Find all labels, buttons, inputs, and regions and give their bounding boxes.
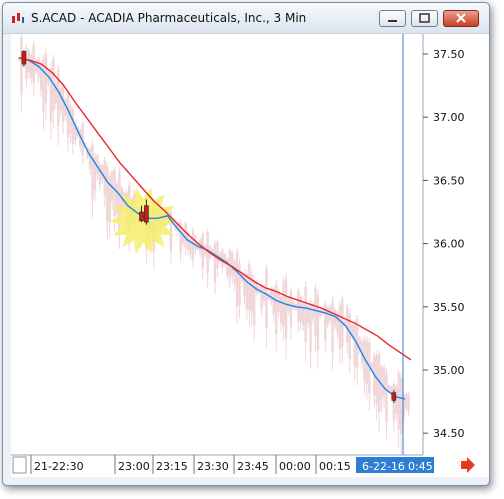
- time-tick-label: 23:15: [156, 460, 188, 473]
- highlight-candle-body: [391, 392, 397, 401]
- highlight-candle-body: [139, 211, 144, 222]
- bg-candle-body: [66, 93, 70, 137]
- bg-candle-body: [331, 301, 334, 353]
- bg-candle-body: [233, 261, 236, 284]
- bg-candle-body: [216, 241, 219, 269]
- bg-candle-body: [407, 393, 410, 411]
- moving-average-layer: [18, 57, 412, 400]
- bg-candle-body: [353, 323, 356, 367]
- bg-candle-body: [230, 252, 234, 276]
- bg-candle-body: [289, 290, 293, 327]
- minimize-button[interactable]: [379, 10, 406, 27]
- price-tick-label: 36.50: [433, 174, 465, 187]
- bg-candle-body: [260, 286, 263, 309]
- bg-candle-body: [69, 105, 72, 134]
- selected-time-label: 0:45: [408, 460, 433, 473]
- bg-candle-body: [309, 303, 312, 353]
- candle-layer: [17, 32, 410, 454]
- minimize-icon: [388, 20, 397, 22]
- bg-candle-body: [297, 290, 300, 322]
- scroll-home-box[interactable]: [12, 456, 27, 474]
- title-bar[interactable]: S.ACAD - ACADIA Pharmaceuticals, Inc., 3…: [3, 3, 489, 34]
- close-icon: [456, 13, 466, 23]
- bg-candle-body: [397, 373, 400, 430]
- time-tick-label: 00:15: [319, 460, 351, 473]
- bg-candle-body: [213, 243, 217, 282]
- bg-candle-body: [91, 144, 94, 200]
- bg-candle-body: [302, 303, 305, 325]
- bg-candle-body: [284, 279, 288, 339]
- highlight-candle-body: [144, 205, 149, 223]
- bg-candle-body: [346, 307, 349, 343]
- price-tick-label: 36.00: [433, 238, 465, 251]
- bg-candle-body: [248, 263, 251, 310]
- bg-candle-body: [30, 54, 33, 78]
- time-tick-label: 23:30: [197, 460, 229, 473]
- time-tick-label: 23:00: [118, 460, 150, 473]
- close-button[interactable]: [443, 10, 479, 27]
- bg-candle-body: [98, 164, 102, 185]
- slow-moving-average-line: [18, 57, 412, 361]
- price-tick-label: 37.00: [433, 111, 465, 124]
- price-tick-label: 37.50: [433, 48, 465, 61]
- bg-candle-body: [400, 377, 403, 435]
- window-title: S.ACAD - ACADIA Pharmaceuticals, Inc., 3…: [31, 11, 307, 25]
- bg-candle-body: [382, 367, 386, 398]
- bg-candle-body: [235, 252, 239, 307]
- bg-candle-body: [59, 87, 62, 111]
- bg-candle-body: [61, 85, 65, 123]
- bg-candle-body: [245, 273, 249, 309]
- bg-candle-body: [71, 109, 75, 144]
- bg-candle-body: [265, 269, 268, 328]
- bg-candle-body: [385, 372, 388, 423]
- chart-canvas[interactable]: 37.50 37.00 36.50 36.00 35.50 35.00 34.50 21-2…: [11, 32, 489, 477]
- maximize-button[interactable]: [411, 10, 438, 27]
- bg-candle-body: [292, 301, 295, 309]
- bg-candle-body: [338, 304, 342, 350]
- price-tick-label: 34.50: [433, 427, 465, 440]
- bg-candle-body: [311, 304, 315, 319]
- bg-candle-body: [319, 309, 322, 317]
- bg-candle-body: [226, 258, 229, 276]
- bg-candle-body: [191, 230, 195, 260]
- price-tick-label: 35.50: [433, 301, 465, 314]
- bg-candle-body: [404, 394, 408, 408]
- bg-candle-body: [328, 306, 332, 321]
- bg-candle-body: [316, 294, 320, 351]
- maximize-icon: [419, 13, 430, 23]
- bg-candle-body: [201, 233, 204, 268]
- bg-candle-body: [88, 148, 92, 170]
- time-tick-label: 00:00: [279, 460, 311, 473]
- bg-candle-body: [20, 37, 23, 94]
- chart-window: S.ACAD - ACADIA Pharmaceuticals, Inc., 3…: [2, 2, 490, 486]
- price-tick-label: 35.00: [433, 364, 465, 377]
- chart-app-icon: [12, 13, 24, 23]
- bg-candle-body: [44, 53, 48, 104]
- bg-candle-body: [279, 296, 283, 324]
- bg-candle-body: [184, 223, 187, 248]
- time-tick-label: 21-22:30: [34, 460, 84, 473]
- bg-candle-body: [304, 286, 307, 343]
- bg-candle-body: [106, 166, 109, 222]
- price-chart[interactable]: 37.50 37.00 36.50 36.00 35.50 35.00 34.50 21-2…: [11, 32, 489, 477]
- bg-candle-body: [238, 262, 241, 305]
- highlight-candle-body: [21, 51, 27, 65]
- bg-candle-body: [272, 288, 275, 315]
- bg-candle-body: [49, 68, 53, 122]
- bg-candle-body: [113, 171, 116, 217]
- selected-date-label: 6-22-16: [362, 460, 405, 473]
- bg-candle-body: [314, 288, 317, 336]
- time-tick-label: 23:45: [237, 460, 269, 473]
